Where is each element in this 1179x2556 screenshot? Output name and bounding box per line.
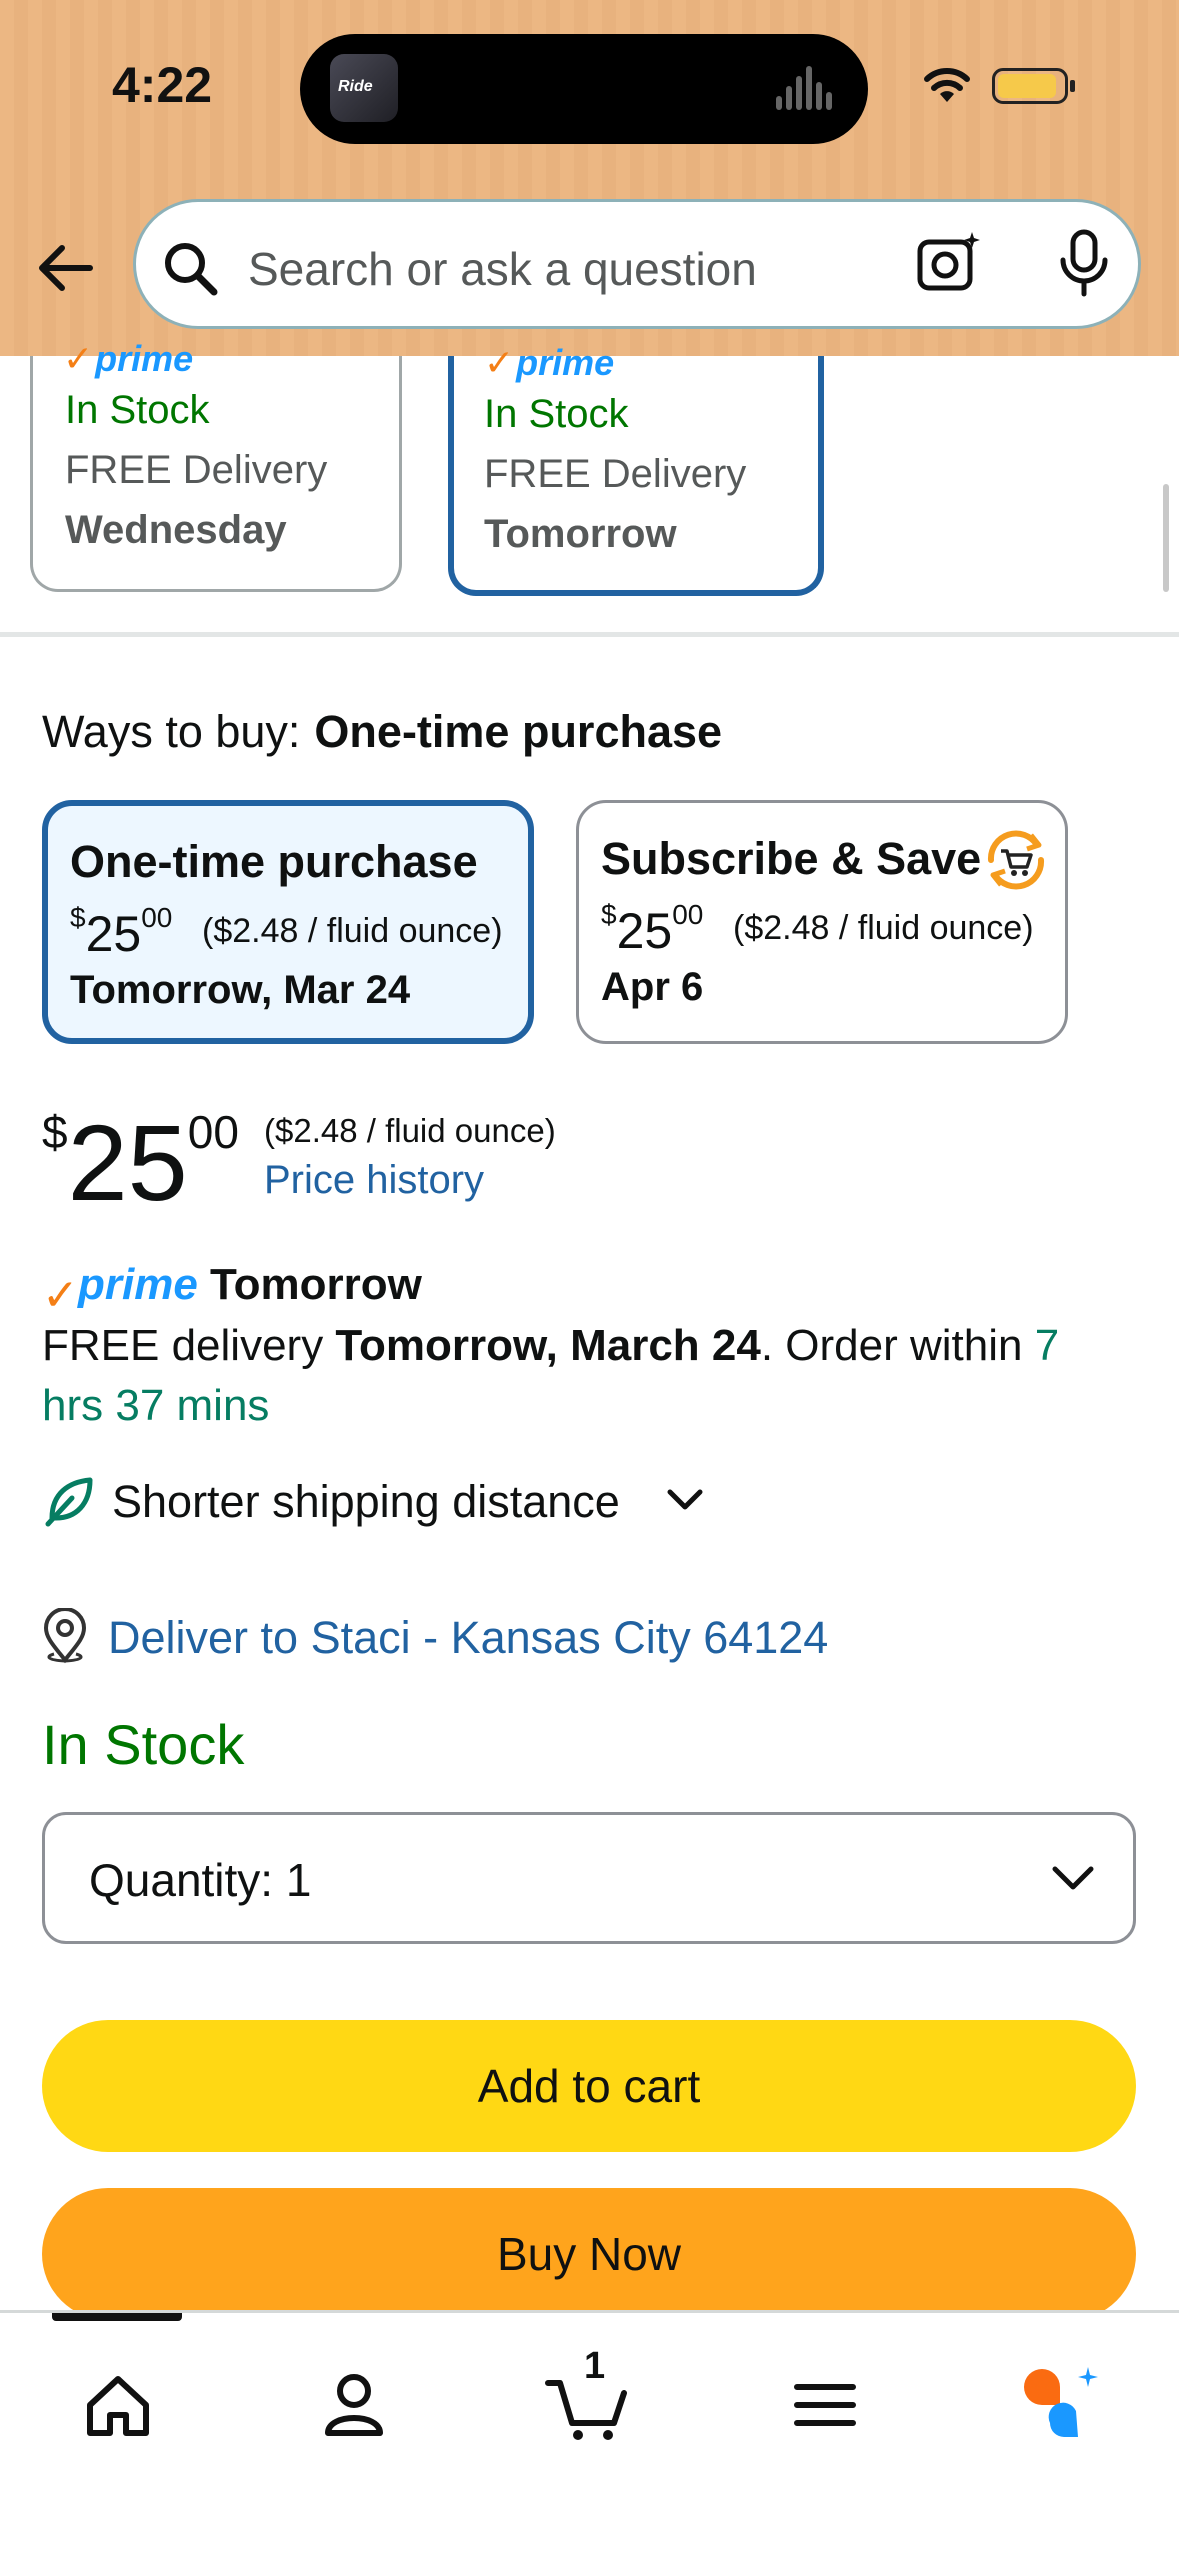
quantity-selector[interactable]: Quantity: 1: [42, 1812, 1136, 1944]
now-playing-thumbnail[interactable]: Ride: [330, 54, 398, 122]
one-time-purchase-option[interactable]: One-time purchase $2500 ($2.48 / fluid o…: [42, 800, 534, 1044]
offer-free-delivery: FREE Delivery: [484, 452, 747, 496]
cart-tab[interactable]: 1: [540, 2345, 640, 2453]
ways-to-buy-label: Ways to buy:: [42, 706, 301, 757]
stock-status: In Stock: [42, 1713, 245, 1776]
search-input[interactable]: Search or ask a question: [248, 242, 757, 296]
camera-lens-icon[interactable]: [916, 228, 986, 298]
ways-to-buy-header: Ways to buy: One-time purchase: [42, 706, 722, 758]
wifi-icon: [924, 68, 970, 102]
offer-card-wednesday[interactable]: prime In Stock FREE Delivery Wednesday: [30, 338, 402, 592]
price-history-link[interactable]: Price history: [264, 1158, 484, 1203]
option-delivery-date: Tomorrow, Mar 24: [70, 968, 411, 1012]
deliver-to-link[interactable]: Deliver to Staci - Kansas City 64124: [108, 1612, 828, 1664]
option-unit-price: ($2.48 / fluid ounce): [733, 909, 1034, 947]
unit-price: ($2.48 / fluid ounce): [264, 1112, 556, 1149]
thumbnail-text: Ride: [338, 78, 373, 95]
prime-logo: prime: [78, 1260, 198, 1309]
prime-check-icon: ✓: [42, 1271, 79, 1320]
search-bar[interactable]: Search or ask a question: [133, 199, 1141, 329]
option-unit-price: ($2.48 / fluid ounce): [202, 912, 503, 950]
prime-logo: prime: [484, 342, 614, 384]
option-price: $2500: [601, 899, 704, 959]
home-icon[interactable]: [68, 2353, 168, 2453]
bottom-navigation: 1: [0, 2310, 1179, 2556]
menu-icon[interactable]: [775, 2353, 875, 2453]
search-icon: [165, 243, 218, 296]
account-icon[interactable]: [304, 2353, 404, 2453]
active-tab-indicator: [52, 2313, 182, 2321]
offer-delivery-day: Wednesday: [65, 508, 287, 552]
shipping-distance-toggle[interactable]: Shorter shipping distance: [42, 1466, 742, 1536]
subscribe-and-save-option[interactable]: Subscribe & Save $2500 ($2.48 / fluid ou…: [576, 800, 1068, 1044]
buy-now-button[interactable]: Buy Now: [42, 2188, 1136, 2320]
horizontal-scrollbar[interactable]: [1163, 484, 1169, 592]
option-title: Subscribe & Save: [601, 833, 982, 884]
section-divider: [0, 632, 1179, 637]
prime-speed: Tomorrow: [210, 1260, 422, 1309]
offer-free-delivery: FREE Delivery: [65, 448, 328, 492]
product-price: $2500: [42, 1102, 239, 1223]
offer-stock: In Stock: [484, 392, 629, 436]
deliver-to-location[interactable]: Deliver to Staci - Kansas City 64124: [42, 1604, 942, 1674]
prime-logo: prime: [63, 338, 193, 380]
battery-icon: [992, 68, 1075, 104]
delivery-message: FREE delivery Tomorrow, March 24. Order …: [42, 1321, 1060, 1430]
option-price: $2500: [70, 902, 173, 962]
leaf-icon: [45, 1477, 93, 1527]
quantity-label: Quantity: 1: [89, 1854, 312, 1906]
add-to-cart-button[interactable]: Add to cart: [42, 2020, 1136, 2152]
audio-waveform-icon: [776, 66, 836, 110]
ways-to-buy-selected: One-time purchase: [314, 706, 723, 757]
offer-stock: In Stock: [65, 388, 210, 432]
option-delivery-date: Apr 6: [601, 965, 704, 1009]
back-arrow-icon[interactable]: [36, 238, 96, 298]
header: 4:22 Ride Search or ask a question: [0, 0, 1179, 356]
status-time: 4:22: [112, 57, 213, 113]
chevron-down-icon: [1052, 1866, 1094, 1890]
chevron-down-icon: [667, 1489, 703, 1510]
shipping-note: Shorter shipping distance: [112, 1476, 620, 1527]
offer-card-tomorrow[interactable]: prime In Stock FREE Delivery Tomorrow: [448, 342, 824, 596]
option-title: One-time purchase: [70, 836, 478, 887]
location-pin-icon: [43, 1608, 87, 1664]
microphone-icon[interactable]: [1054, 228, 1114, 298]
subscribe-save-icon: [987, 830, 1045, 890]
cart-icon: [545, 2380, 627, 2440]
offer-delivery-day: Tomorrow: [484, 512, 677, 556]
rufus-icon[interactable]: [1010, 2353, 1110, 2453]
